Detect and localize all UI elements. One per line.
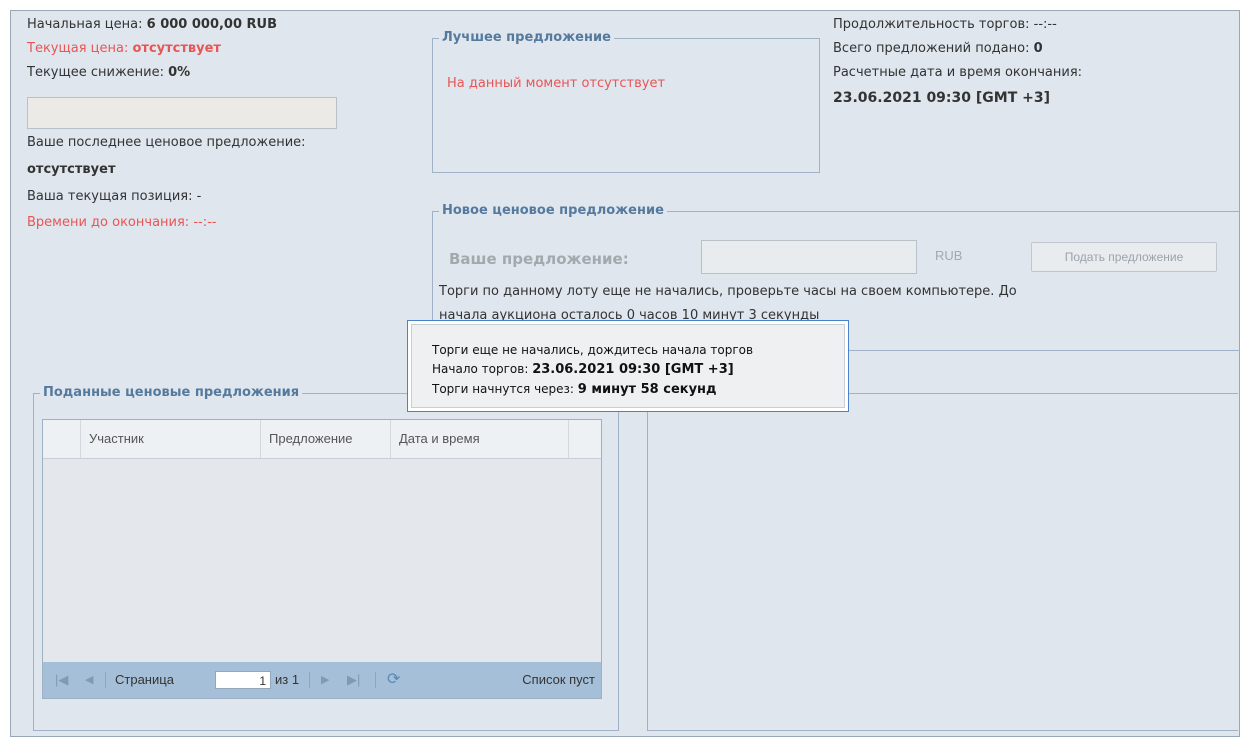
start-price-value: 6 000 000,00 RUB — [146, 17, 278, 32]
end-label: Расчетные дата и время окончания: — [833, 65, 1083, 80]
current-decrease-label: Текущее снижение: — [27, 65, 164, 80]
column-participant[interactable]: Участник — [81, 420, 261, 458]
currency-label: RUB — [935, 248, 963, 263]
last-bid-value: отсутствует — [27, 162, 116, 177]
best-offer-text: На данный момент отсутствует — [447, 76, 666, 91]
tooltip-countdown-value: 9 минут 58 секунд — [577, 382, 717, 397]
start-price: Начальная цена: 6 000 000,00 RUB — [27, 17, 277, 32]
best-offer-box: Лучшее предложение На данный момент отсу… — [432, 30, 820, 173]
total-bids: Всего предложений подано: 0 — [833, 41, 1043, 56]
page-input[interactable]: 1 — [215, 671, 271, 689]
current-price-value: отсутствует — [132, 41, 221, 56]
submit-bid-button[interactable]: Подать предложение — [1031, 242, 1217, 272]
grid-pager: |◀ ◀ Страница 1 из 1 ▶ ▶| ⟳ Список пуст — [43, 662, 601, 698]
tooltip-line-1: Торги еще не начались, дождитесь начала … — [432, 343, 754, 357]
start-tooltip: Торги еще не начались, дождитесь начала … — [407, 320, 849, 412]
new-bid-title: Новое ценовое предложение — [439, 203, 667, 218]
pager-separator — [375, 672, 376, 688]
total-bids-label: Всего предложений подано: — [833, 41, 1030, 56]
next-page-icon[interactable]: ▶ — [321, 662, 329, 698]
last-page-icon[interactable]: ▶| — [347, 662, 360, 698]
tooltip-start: Начало торгов: 23.06.2021 09:30 [GMT +3] — [432, 362, 734, 377]
grid-header-end — [569, 420, 601, 458]
tooltip-countdown-label: Торги начнутся через: — [432, 382, 574, 396]
time-left-label: Времени до окончания: --:-- — [27, 215, 217, 230]
column-datetime[interactable]: Дата и время — [391, 420, 569, 458]
position-label: Ваша текущая позиция: - — [27, 189, 202, 204]
tooltip-start-label: Начало торгов: — [432, 362, 529, 376]
prev-page-icon[interactable]: ◀ — [85, 662, 93, 698]
duration-label: Продолжительность торгов: --:-- — [833, 17, 1057, 32]
pager-separator — [105, 672, 106, 688]
page-count: из 1 — [275, 672, 300, 687]
grid-status: Список пуст — [522, 672, 595, 687]
decrease-progress-field — [27, 97, 337, 129]
total-bids-value: 0 — [1033, 41, 1043, 56]
grid-header-blank — [43, 420, 81, 458]
current-decrease: Текущее снижение: 0% — [27, 65, 190, 80]
tooltip-start-value: 23.06.2021 09:30 [GMT +3] — [532, 362, 734, 377]
current-price-label: Текущая цена: — [27, 41, 129, 56]
bids-title: Поданные ценовые предложения — [40, 385, 303, 400]
last-bid-label: Ваше последнее ценовое предложение: — [27, 135, 306, 150]
column-offer[interactable]: Предложение — [261, 420, 391, 458]
bid-input[interactable] — [701, 240, 917, 274]
current-price: Текущая цена: отсутствует — [27, 41, 221, 56]
bids-grid: Участник Предложение Дата и время |◀ ◀ С… — [42, 419, 602, 699]
tooltip-countdown: Торги начнутся через: 9 минут 58 секунд — [432, 382, 717, 397]
first-page-icon[interactable]: |◀ — [55, 662, 68, 698]
refresh-icon[interactable]: ⟳ — [387, 662, 400, 698]
tooltip-body: Торги еще не начались, дождитесь начала … — [411, 324, 845, 408]
grid-header: Участник Предложение Дата и время — [43, 420, 601, 459]
notice-line-1: Торги по данному лоту еще не начались, п… — [439, 284, 1017, 299]
page-label: Страница — [115, 672, 174, 687]
your-offer-label: Ваше предложение: — [449, 250, 629, 268]
secondary-box — [647, 393, 1238, 731]
current-decrease-value: 0% — [168, 65, 191, 80]
pager-separator — [309, 672, 310, 688]
start-price-label: Начальная цена: — [27, 17, 143, 32]
end-value: 23.06.2021 09:30 [GMT +3] — [833, 90, 1050, 106]
best-offer-title: Лучшее предложение — [439, 30, 614, 45]
